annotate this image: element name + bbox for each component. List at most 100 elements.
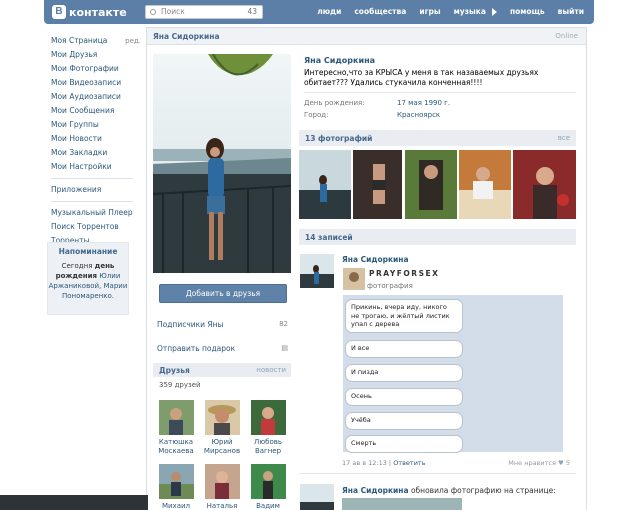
- left-menu: Моя Страница ред. Мои Друзья Мои Фотогра…: [51, 34, 141, 248]
- profile-top-name[interactable]: Яна Сидоркина: [153, 32, 220, 41]
- friend-first-name: Наталья: [206, 502, 238, 510]
- birthday-label: День рождения:: [304, 99, 365, 107]
- send-gift-row[interactable]: Отправить подарок ▤: [157, 344, 288, 353]
- wall-title[interactable]: 14 записей: [305, 233, 353, 242]
- menu-my-page[interactable]: Моя Страница ред.: [51, 34, 141, 48]
- menu-audios[interactable]: Мои Аудиозаписи: [51, 90, 141, 104]
- city-row: Город: Красноярск: [304, 111, 440, 119]
- menu-settings[interactable]: Мои Настройки: [51, 160, 141, 174]
- subscribers-row[interactable]: Подписчики Яны 82: [157, 320, 288, 329]
- post-like[interactable]: Мне нравится ♥ 5: [508, 459, 570, 467]
- reminder-bold-day: день: [94, 262, 115, 270]
- city-label: Город:: [304, 111, 329, 119]
- profile-status[interactable]: Интересно,что за КРЫСА у меня в так наза…: [304, 68, 576, 88]
- search-placeholder: Поиск: [161, 7, 185, 16]
- friend-last-name: Москаева: [158, 447, 194, 455]
- friends-title[interactable]: Друзья: [159, 366, 190, 375]
- wall-header: 14 записей: [299, 229, 576, 245]
- search-icon: [150, 9, 156, 15]
- top-nav: люди сообщества игры музыка помощь выйти: [304, 7, 584, 16]
- reminder-bold-birthday: рождения: [55, 272, 98, 280]
- friend-card[interactable]: Любовь Вагнер: [247, 400, 289, 456]
- menu-videos[interactable]: Мои Видеозаписи: [51, 76, 141, 90]
- post-reply-link[interactable]: Ответить: [393, 459, 425, 467]
- friend-avatar: [204, 464, 240, 499]
- nav-communities[interactable]: сообщества: [354, 7, 406, 16]
- nav-games[interactable]: игры: [419, 7, 440, 16]
- info-divider: [304, 92, 576, 93]
- photos-title[interactable]: 13 фотографий: [305, 134, 372, 143]
- friend-avatar: [250, 464, 286, 499]
- profile-avatar[interactable]: [153, 54, 291, 273]
- heart-icon: ♥: [557, 459, 564, 467]
- profile-top-bar: Яна Сидоркина Online: [147, 28, 586, 45]
- nav-logout[interactable]: выйти: [558, 7, 584, 16]
- photos-all-link[interactable]: все: [558, 134, 570, 142]
- menu-news[interactable]: Мои Новости: [51, 132, 141, 146]
- post-date[interactable]: 17 ав в 12:13: [342, 459, 387, 467]
- player-bar[interactable]: [0, 495, 148, 510]
- play-icon[interactable]: [491, 8, 497, 16]
- send-gift-label: Отправить подарок: [157, 344, 236, 353]
- friend-first-name: Любовь: [253, 438, 282, 446]
- menu-edit-link[interactable]: ред.: [125, 34, 141, 48]
- friend-avatar: [158, 464, 194, 499]
- menu-groups[interactable]: Мои Группы: [51, 118, 141, 132]
- friend-card[interactable]: Вадим: [247, 464, 289, 510]
- post-author-avatar[interactable]: [300, 254, 334, 288]
- post-author-name[interactable]: Яна Сидоркина: [342, 486, 409, 495]
- menu-music-player[interactable]: Музыкальный Плеер: [51, 206, 141, 220]
- photo-thumb[interactable]: [353, 150, 402, 219]
- friend-first-name: Катюшка: [158, 438, 194, 446]
- post-action: обновила фотографию на странице:: [410, 486, 556, 495]
- friend-first-name: Юрий: [211, 438, 233, 446]
- friend-card[interactable]: Юрий Мирсанов: [201, 400, 243, 456]
- photo-thumb[interactable]: [513, 150, 576, 219]
- friends-count: 359 друзей: [159, 381, 201, 389]
- subscribers-label: Подписчики Яны: [157, 320, 224, 329]
- repost-source-avatar[interactable]: [343, 268, 365, 290]
- friend-card[interactable]: Катюшка Москаева: [155, 400, 197, 456]
- friend-avatar: [250, 400, 286, 435]
- photos-header: 13 фотографий все: [299, 130, 576, 146]
- vk-logo[interactable]: В контакте: [52, 4, 127, 20]
- menu-bookmarks[interactable]: Мои Закладки: [51, 146, 141, 160]
- friend-first-name: Вадим: [256, 502, 280, 510]
- menu-friends[interactable]: Мои Друзья: [51, 48, 141, 62]
- repost-type: фотография: [367, 282, 413, 290]
- reminder-text: Сегодня: [61, 262, 93, 270]
- nav-music[interactable]: музыка: [454, 7, 486, 16]
- menu-apps[interactable]: Приложения: [51, 183, 141, 197]
- add-friend-button[interactable]: Добавить в друзья: [159, 284, 287, 303]
- menu-messages[interactable]: Мои Сообщения: [51, 104, 141, 118]
- post-author-avatar[interactable]: [300, 484, 334, 510]
- like-label: Мне нравится: [508, 459, 556, 467]
- post-image[interactable]: [342, 498, 462, 510]
- menu-torrent-search[interactable]: Поиск Торрентов: [51, 220, 141, 234]
- friend-avatar: [204, 400, 240, 435]
- birthday-value[interactable]: 17 мая 1990 г.: [397, 99, 450, 107]
- post-author-name[interactable]: Яна Сидоркина: [342, 255, 409, 264]
- chat-bubble: И все: [345, 340, 463, 358]
- search-input[interactable]: Поиск 43: [145, 5, 263, 19]
- friends-news-link[interactable]: новости: [256, 366, 286, 374]
- post-meta: 17 ав в 12:13 | Ответить: [342, 459, 426, 467]
- menu-my-page-label: Моя Страница: [51, 36, 108, 45]
- friend-first-name: Михаил: [161, 502, 191, 510]
- post-divider: [299, 473, 576, 474]
- friend-card[interactable]: Михаил: [155, 464, 197, 510]
- friend-card[interactable]: Наталья: [201, 464, 243, 510]
- chat-bubble: Прикинь, вчера иду, никого не трогаю, и …: [345, 299, 463, 333]
- menu-photos[interactable]: Мои Фотографии: [51, 62, 141, 76]
- photo-thumb[interactable]: [405, 150, 457, 219]
- chat-bubble: И пизда: [345, 364, 463, 382]
- nav-people[interactable]: люди: [317, 7, 341, 16]
- friend-avatar: [158, 400, 194, 435]
- photo-thumb[interactable]: [299, 150, 351, 219]
- post-update-text: Яна Сидоркина обновила фотографию на стр…: [342, 486, 556, 495]
- photo-thumb[interactable]: [459, 150, 511, 219]
- nav-help[interactable]: помощь: [510, 7, 545, 16]
- search-online-count: 43: [247, 7, 257, 16]
- city-value[interactable]: Красноярск: [397, 111, 440, 119]
- repost-source-name[interactable]: PRAYFORSEX: [369, 269, 439, 278]
